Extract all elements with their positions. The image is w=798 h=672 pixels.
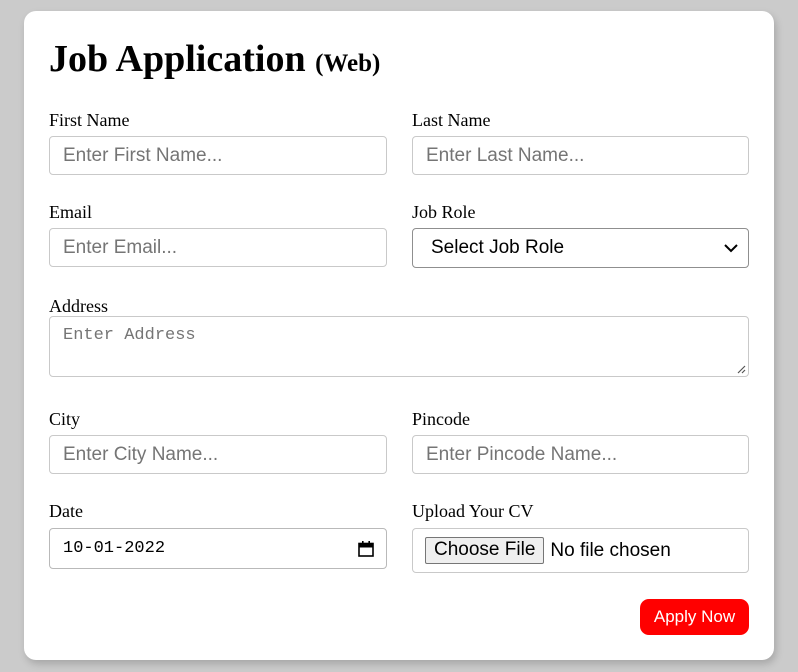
email-input[interactable]: Enter Email...	[49, 228, 387, 267]
cv-label: Upload Your CV	[412, 501, 534, 521]
page-title: Job Application (Web)	[49, 37, 380, 83]
date-label: Date	[49, 501, 83, 521]
date-value: 10-01-2022	[63, 539, 166, 558]
date-input[interactable]: 10-01-2022	[49, 528, 387, 569]
address-placeholder: Enter Address	[63, 326, 196, 345]
cv-file-input[interactable]: Choose File No file chosen	[412, 528, 749, 573]
city-input[interactable]: Enter City Name...	[49, 435, 387, 474]
email-placeholder: Enter Email...	[63, 236, 178, 258]
last-name-input[interactable]: Enter Last Name...	[412, 136, 749, 175]
apply-now-button[interactable]: Apply Now	[640, 599, 749, 635]
job-role-label: Job Role	[412, 202, 476, 222]
pincode-label: Pincode	[412, 409, 470, 429]
address-textarea[interactable]: Enter Address	[49, 316, 749, 377]
city-label: City	[49, 409, 81, 429]
application-card: Job Application (Web) First Name Enter F…	[24, 11, 774, 660]
chevron-down-icon	[724, 244, 738, 253]
resize-handle-icon[interactable]	[736, 364, 746, 374]
address-label: Address	[49, 296, 108, 316]
calendar-icon[interactable]	[357, 540, 375, 558]
job-role-selected: Select Job Role	[431, 237, 565, 258]
city-placeholder: Enter City Name...	[63, 443, 219, 465]
file-status: No file chosen	[550, 539, 671, 561]
first-name-label: First Name	[49, 110, 130, 130]
job-role-select[interactable]: Select Job Role	[412, 228, 749, 268]
first-name-placeholder: Enter First Name...	[63, 144, 223, 166]
title-text: Job Application	[49, 38, 306, 80]
pincode-placeholder: Enter Pincode Name...	[426, 443, 618, 465]
email-label: Email	[49, 202, 92, 222]
last-name-label: Last Name	[412, 110, 491, 130]
pincode-input[interactable]: Enter Pincode Name...	[412, 435, 749, 474]
first-name-input[interactable]: Enter First Name...	[49, 136, 387, 175]
last-name-placeholder: Enter Last Name...	[426, 144, 585, 166]
title-subtitle: (Web)	[315, 50, 381, 77]
choose-file-button[interactable]: Choose File	[425, 537, 545, 564]
